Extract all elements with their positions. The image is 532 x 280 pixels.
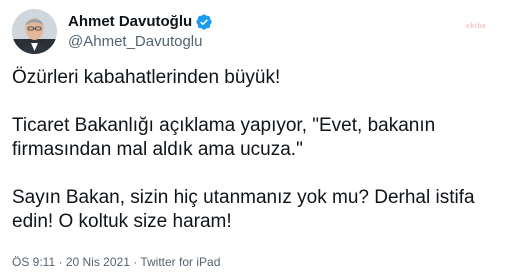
- author-display-name[interactable]: Ahmet Davutoğlu: [68, 13, 192, 30]
- tweet-paragraph-2: Ticaret Bakanlığı açıklama yapıyor, "Eve…: [12, 115, 436, 160]
- tweet-text: Özürleri kabahatlerinden büyük! Ticaret …: [12, 66, 517, 234]
- tweet-time: ÖS 9:11: [12, 255, 56, 269]
- profile-photo-icon: [12, 9, 57, 54]
- meta-separator: ·: [58, 255, 63, 269]
- tweet-meta: ÖS 9:11 · 20 Nis 2021 · Twitter for iPad: [12, 255, 220, 269]
- watermark: ekibe: [466, 23, 487, 30]
- tweet-card: Ahmet Davutoğlu @Ahmet_Davutoglu ekibe Ö…: [0, 0, 532, 280]
- tweet-time-link[interactable]: ÖS 9:11 · 20 Nis 2021: [12, 255, 130, 269]
- tweet-header: Ahmet Davutoğlu @Ahmet_Davutoglu: [12, 9, 213, 54]
- tweet-paragraph-3: Sayın Bakan, sizin hiç utanmanız yok mu?…: [12, 187, 475, 232]
- author-names: Ahmet Davutoğlu @Ahmet_Davutoglu: [68, 12, 213, 52]
- meta-separator: ·: [133, 255, 138, 269]
- tweet-paragraph-1: Özürleri kabahatlerinden büyük!: [12, 67, 281, 88]
- avatar[interactable]: [12, 9, 57, 54]
- author-handle[interactable]: @Ahmet_Davutoglu: [68, 32, 213, 52]
- tweet-source-link[interactable]: Twitter for iPad: [140, 255, 220, 269]
- verified-badge-icon: [195, 13, 213, 31]
- tweet-date: 20 Nis 2021: [65, 255, 130, 269]
- name-row: Ahmet Davutoğlu: [68, 12, 213, 32]
